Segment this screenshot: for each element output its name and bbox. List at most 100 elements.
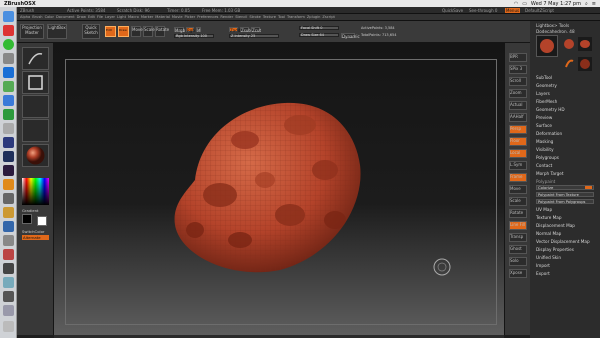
menu-item[interactable]: Macro — [128, 15, 139, 19]
quicksave-button[interactable]: QuickSave — [442, 8, 463, 13]
zadd-button[interactable]: Zadd — [229, 27, 240, 33]
zcut-button[interactable]: Zcut — [251, 27, 261, 33]
menu-item[interactable]: Stencil — [235, 15, 247, 19]
draw-button[interactable]: Draw — [118, 26, 129, 37]
app-icon-7[interactable] — [3, 109, 14, 120]
rgb-button[interactable]: Rgb — [186, 27, 195, 33]
material-thumbnail[interactable] — [22, 144, 49, 167]
current-tool-label[interactable]: Dodecahedron. 48 — [536, 29, 575, 34]
polypaint-header[interactable]: Polypaint — [536, 179, 555, 184]
tool-section-unified-skin[interactable]: Unified Skin — [536, 255, 561, 260]
lightbox-button[interactable]: LightBox — [47, 24, 67, 39]
projection-master-button[interactable]: Projection Master — [20, 24, 44, 39]
texture-thumbnail[interactable] — [22, 119, 49, 142]
menu-item[interactable]: Color — [45, 15, 54, 19]
color-picker[interactable] — [22, 178, 49, 205]
menu-item[interactable]: Marker — [141, 15, 153, 19]
menu-item[interactable]: File — [97, 15, 103, 19]
see-through-slider[interactable]: See-through 0 — [469, 8, 497, 13]
app-icon-5[interactable] — [3, 81, 14, 92]
trash-icon[interactable] — [3, 321, 14, 332]
illustrator-icon[interactable] — [3, 179, 14, 190]
rgb-intensity-slider[interactable]: Rgb Intensity 100 — [174, 34, 214, 38]
tool-section-normal-map[interactable]: Normal Map — [536, 231, 561, 236]
zoom-button[interactable]: Zoom — [509, 89, 527, 98]
edit-button[interactable]: Edit — [105, 26, 116, 37]
alpha-thumbnail[interactable] — [22, 95, 49, 118]
mrgb-button[interactable]: Mrgb — [174, 27, 185, 33]
battery-icon[interactable]: ▭ — [522, 1, 527, 7]
menu-item[interactable]: Draw — [77, 15, 86, 19]
menu-item[interactable]: Layer — [105, 15, 115, 19]
focal-shift-slider[interactable]: Focal Shift 0 — [299, 26, 339, 30]
menu-item[interactable]: Material — [155, 15, 170, 19]
move-button[interactable]: Move — [131, 26, 143, 37]
tool-section-contact[interactable]: Contact — [536, 163, 552, 168]
tool-thumb-polymesh[interactable] — [578, 57, 592, 71]
tool-section-geometry-hd[interactable]: Geometry HD — [536, 107, 565, 112]
lightbox-tools-label[interactable]: Lightbox> Tools — [536, 23, 569, 28]
ghost-button[interactable]: Ghost — [509, 245, 527, 254]
lsym-button[interactable]: L.Sym — [509, 161, 527, 170]
mac-app-name[interactable]: ZBrushOSX — [0, 1, 36, 7]
menu-item[interactable]: Light — [117, 15, 126, 19]
spotlight-icon[interactable]: ⌕ — [585, 1, 588, 7]
tool-section-deformation[interactable]: Deformation — [536, 131, 562, 136]
draw-size-slider[interactable]: Draw Size 64 — [299, 33, 339, 37]
app-icon-3[interactable] — [3, 53, 14, 64]
tool-section-fibermesh[interactable]: FiberMesh — [536, 99, 557, 104]
menu-item[interactable]: Alpha — [20, 15, 30, 19]
tool-section-vector-displacement-map[interactable]: Vector Displacement Map — [536, 239, 590, 244]
quick-sketch-button[interactable]: Quick Sketch — [82, 24, 100, 39]
app-icon-18[interactable] — [3, 263, 14, 274]
xpose-button[interactable]: Xpose — [509, 269, 527, 278]
finder-icon[interactable] — [3, 11, 14, 22]
tool-section-displacement-map[interactable]: Displacement Map — [536, 223, 575, 228]
tool-section-surface[interactable]: Surface — [536, 123, 552, 128]
tool-section-masking[interactable]: Masking — [536, 139, 553, 144]
tool-section-polygroups[interactable]: Polygroups — [536, 155, 559, 160]
tool-thumb-simplebrush[interactable] — [562, 57, 576, 71]
photoshop-icon[interactable] — [3, 151, 14, 162]
app-icon-17[interactable] — [3, 249, 14, 260]
app-icon-4[interactable] — [3, 67, 14, 78]
menu-item[interactable]: Edit — [88, 15, 95, 19]
transp-button[interactable]: Transp — [509, 233, 527, 242]
tool-section-texture-map[interactable]: Texture Map — [536, 215, 562, 220]
wifi-icon[interactable]: ◠ — [514, 1, 518, 7]
switch-color-label[interactable]: SwitchColor — [22, 229, 44, 234]
app-icon-20[interactable] — [3, 291, 14, 302]
tool-section-morph-target[interactable]: Morph Target — [536, 171, 564, 176]
tool-section-import[interactable]: Import — [536, 263, 550, 268]
alternate-button[interactable]: Alternate — [22, 235, 49, 240]
tool-thumb-dodecahedron[interactable] — [562, 37, 576, 51]
stroke-thumbnail[interactable] — [22, 71, 49, 94]
linefill-button[interactable]: Line Fill — [509, 221, 527, 230]
app-icon-21[interactable] — [3, 305, 14, 316]
frame-button[interactable]: Frame — [509, 173, 527, 182]
secondary-color-swatch[interactable] — [22, 214, 32, 224]
app-icon-15[interactable] — [3, 221, 14, 232]
bpr-button[interactable]: BPR — [509, 53, 527, 62]
aahalf-button[interactable]: AAHalf — [509, 113, 527, 122]
app-icon-19[interactable] — [3, 277, 14, 288]
local-button[interactable]: Local — [509, 149, 527, 158]
tool-section-geometry[interactable]: Geometry — [536, 83, 557, 88]
tool-section-uv-map[interactable]: UV Map — [536, 207, 552, 212]
app-icon-16[interactable] — [3, 235, 14, 246]
z-intensity-slider[interactable]: Z Intensity 25 — [229, 34, 279, 38]
gradient-label[interactable]: Gradient — [22, 208, 39, 213]
rotate-view-button[interactable]: Rotate — [509, 209, 527, 218]
app-icon-1[interactable] — [3, 25, 14, 36]
tool-thumb-cylinder[interactable] — [578, 37, 592, 51]
brush-thumbnail[interactable] — [22, 47, 49, 70]
zsub-button[interactable]: Zsub — [240, 27, 251, 33]
scale-view-button[interactable]: Scale — [509, 197, 527, 206]
move-view-button[interactable]: Move — [509, 185, 527, 194]
menu-item[interactable]: Stroke — [249, 15, 260, 19]
spix-button[interactable]: SPix 3 — [509, 65, 527, 74]
polypaint-from-polygroups-button[interactable]: Polypaint From Polygroups — [536, 199, 594, 204]
mac-clock[interactable]: Wed 7 May 1:27 pm — [531, 1, 581, 7]
m-button[interactable]: M — [196, 27, 201, 33]
tool-section-export[interactable]: Export — [536, 271, 550, 276]
